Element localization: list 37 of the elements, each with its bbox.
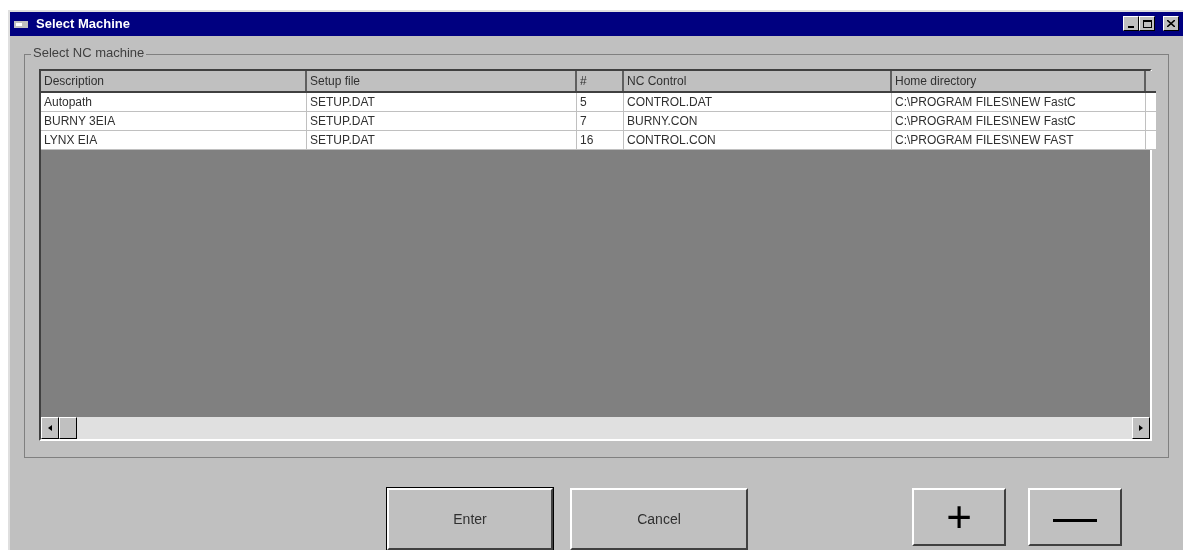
column-header[interactable]: NC Control [624,70,892,91]
table-cell: 7 [577,111,624,130]
table-cell: Autopath [41,92,307,111]
maximize-button[interactable] [1139,16,1155,32]
window-title: Select Machine [36,15,130,34]
table-cell: 5 [577,92,624,111]
left-arrow-icon [48,424,52,431]
column-header[interactable]: Description [41,70,307,91]
right-arrow-icon [1139,424,1143,431]
scroll-thumb[interactable] [59,416,77,439]
scroll-left-button[interactable] [41,416,59,439]
close-icon [1167,20,1175,28]
table-cell: C:\PROGRAM FILES\NEW FastC [892,92,1146,111]
column-header[interactable]: Setup file [307,70,577,91]
table-cell: BURNY.CON [624,111,892,130]
add-button[interactable]: + [912,488,1006,546]
table-cell: SETUP.DAT [307,130,577,149]
window-icon [14,18,28,29]
enter-button[interactable]: Enter [387,488,553,550]
close-button[interactable] [1163,16,1179,32]
horizontal-scrollbar[interactable] [41,416,1150,439]
table-cell: CONTROL.CON [624,130,892,149]
table-cell: LYNX EIA [41,130,307,149]
table-cell: C:\PROGRAM FILES\NEW FastC [892,111,1146,130]
column-header[interactable]: # [577,70,624,91]
column-header[interactable]: Home directory [892,70,1146,91]
remove-button[interactable]: — [1028,488,1122,546]
cancel-button[interactable]: Cancel [570,488,748,550]
table-cell: SETUP.DAT [307,111,577,130]
minimize-button[interactable] [1123,16,1139,32]
table-cell: 16 [577,130,624,149]
table-cell: BURNY 3EIA [41,111,307,130]
table-cell: CONTROL.DAT [624,92,892,111]
table-cell: C:\PROGRAM FILES\NEW FAST [892,130,1146,149]
scroll-right-button[interactable] [1132,416,1150,439]
table-cell: SETUP.DAT [307,92,577,111]
group-label: Select NC machine [31,45,147,59]
